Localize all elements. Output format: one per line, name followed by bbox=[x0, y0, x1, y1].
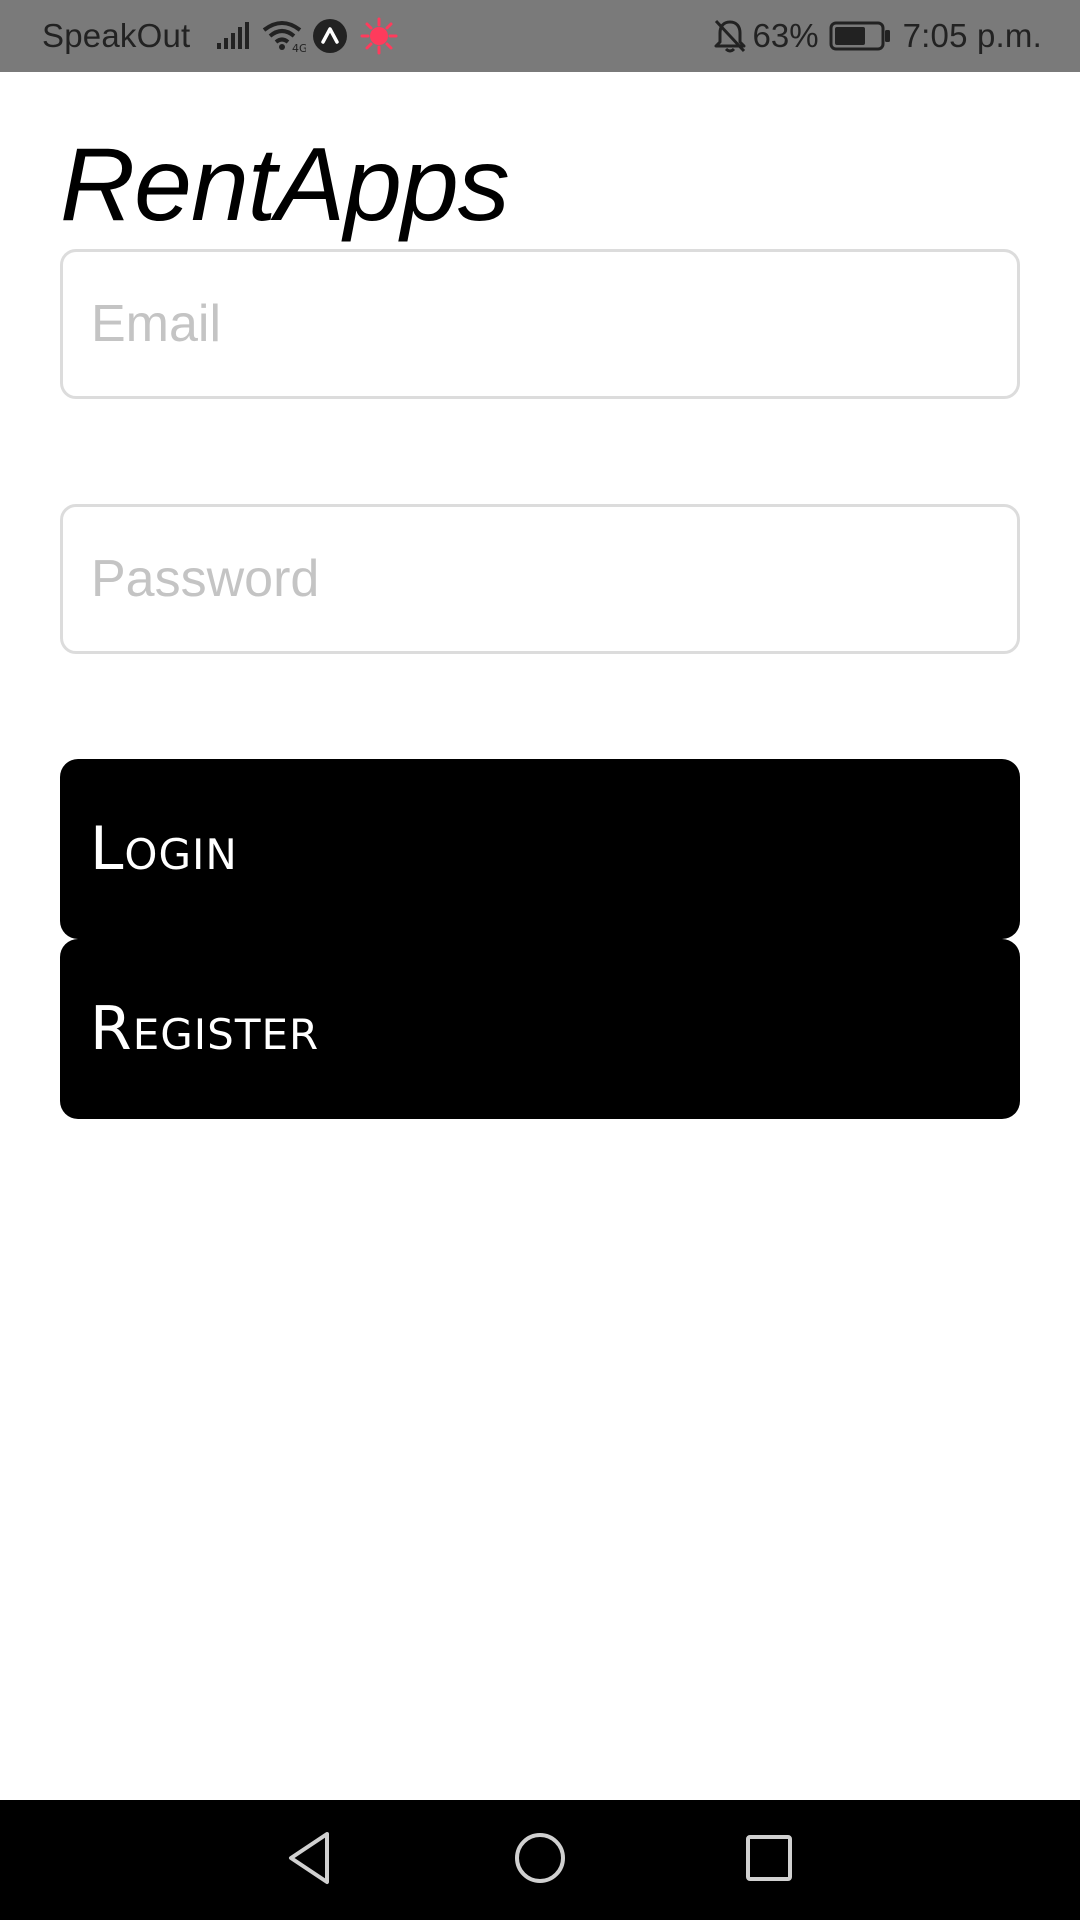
wifi-icon: 4G bbox=[262, 19, 306, 53]
status-bar-right: 63% 7:05 p.m. bbox=[713, 0, 1042, 72]
app-title: RentApps bbox=[60, 127, 510, 243]
back-icon bbox=[285, 1830, 335, 1891]
home-icon bbox=[513, 1831, 567, 1890]
recents-button[interactable] bbox=[709, 1800, 829, 1920]
recents-icon bbox=[744, 1833, 794, 1888]
system-navigation-bar bbox=[0, 1800, 1080, 1920]
back-button[interactable] bbox=[250, 1800, 370, 1920]
home-button[interactable] bbox=[480, 1800, 600, 1920]
clock: 7:05 p.m. bbox=[902, 17, 1042, 54]
login-button[interactable]: Login bbox=[60, 759, 1020, 939]
register-button[interactable]: Register bbox=[60, 939, 1020, 1119]
register-button-label: Register bbox=[90, 994, 320, 1064]
status-bar: SpeakOut 4G 63% 7:05 p.m. bbox=[0, 0, 1080, 72]
battery-percentage: 63% bbox=[752, 17, 819, 54]
svg-text:4G: 4G bbox=[292, 42, 306, 53]
notifications-off-icon bbox=[713, 18, 747, 54]
login-button-label: Login bbox=[90, 814, 238, 884]
status-bar-left: SpeakOut 4G bbox=[42, 0, 398, 72]
cell-signal-icon bbox=[216, 21, 254, 51]
recording-indicator-icon bbox=[360, 17, 398, 55]
notification-app-icon bbox=[312, 18, 348, 54]
email-input[interactable] bbox=[60, 249, 1020, 399]
battery-icon bbox=[829, 21, 891, 51]
password-input[interactable] bbox=[60, 504, 1020, 654]
carrier-name: SpeakOut bbox=[42, 17, 191, 54]
